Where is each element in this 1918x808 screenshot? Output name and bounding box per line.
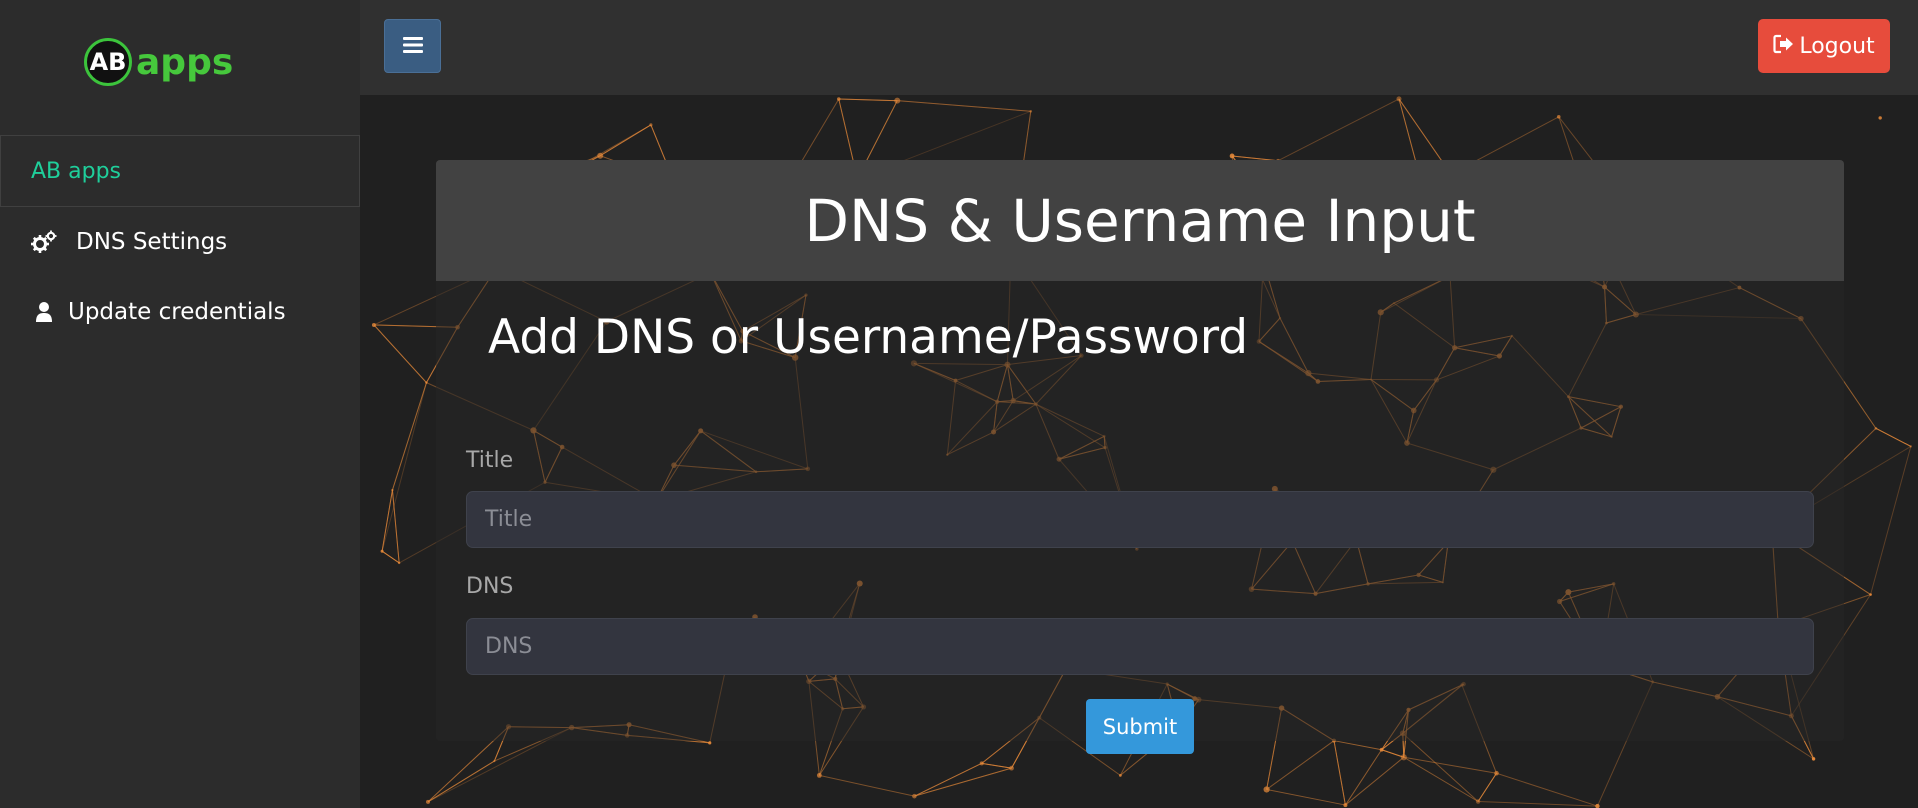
network-node <box>894 97 901 104</box>
network-link <box>391 382 427 491</box>
title-field-label: Title <box>466 448 514 473</box>
logout-button[interactable]: Logout <box>1758 19 1890 73</box>
network-node <box>1878 116 1882 120</box>
network-node <box>1396 96 1402 102</box>
network-node <box>493 759 496 763</box>
network-node <box>912 793 917 799</box>
network-link <box>1266 740 1335 790</box>
network-node <box>1595 803 1600 808</box>
network-link <box>1875 427 1912 447</box>
form-card: DNS & Username Input Add DNS or Username… <box>436 160 1844 754</box>
logo-text: apps <box>136 41 234 83</box>
top-navbar: Logout <box>360 0 1918 95</box>
network-link <box>897 100 1031 112</box>
network-link <box>1478 801 1598 807</box>
card-header: DNS & Username Input <box>436 160 1844 281</box>
network-node <box>1874 427 1878 430</box>
network-node <box>371 322 376 327</box>
network-node <box>649 123 653 127</box>
logout-label: Logout <box>1799 33 1875 59</box>
network-node <box>1229 153 1235 159</box>
network-node <box>979 761 984 766</box>
main-content: DNS & Username Input Add DNS or Username… <box>360 95 1918 808</box>
network-node <box>1009 765 1014 771</box>
network-node <box>597 152 604 159</box>
network-node <box>1556 114 1561 119</box>
section-title: Add DNS or Username/Password <box>488 310 1249 365</box>
network-link <box>427 760 495 803</box>
network-link <box>381 489 393 552</box>
network-node <box>425 381 428 384</box>
network-link <box>1333 740 1382 751</box>
logo-badge: AB <box>84 38 132 86</box>
network-node <box>1118 773 1122 777</box>
sidebar-item-label: Update credentials <box>68 299 286 325</box>
network-link <box>1277 98 1400 162</box>
network-node <box>1379 747 1384 752</box>
sidebar-brand-link[interactable]: AB apps <box>0 135 360 207</box>
network-link <box>1402 732 1479 802</box>
title-input[interactable] <box>466 491 1814 548</box>
network-link <box>1381 749 1404 758</box>
network-node <box>1811 757 1816 761</box>
network-node <box>1475 799 1481 804</box>
network-node <box>1869 593 1872 596</box>
network-link <box>373 324 427 383</box>
network-node <box>816 772 822 778</box>
submit-button[interactable]: Submit <box>1086 699 1194 754</box>
dns-field-label: DNS <box>466 574 514 599</box>
network-node <box>1400 754 1407 761</box>
user-icon <box>30 298 58 326</box>
network-node <box>1909 445 1913 448</box>
network-link <box>1345 756 1405 806</box>
network-link <box>1344 749 1383 806</box>
network-node <box>426 799 431 804</box>
sidebar: AB apps AB apps DNS Settings Update cred… <box>0 0 360 808</box>
network-link <box>1477 772 1497 802</box>
network-link <box>1870 446 1912 595</box>
sidebar-item-update-credentials[interactable]: Update credentials <box>0 282 360 342</box>
dns-input[interactable] <box>466 618 1814 675</box>
network-node <box>836 97 841 101</box>
sidebar-item-dns-settings[interactable]: DNS Settings <box>0 212 360 272</box>
network-node <box>1029 109 1033 113</box>
network-link <box>381 382 427 552</box>
page-title: DNS & Username Input <box>804 186 1476 255</box>
logo-badge-text: AB <box>89 48 127 76</box>
app-logo[interactable]: AB apps <box>84 38 233 86</box>
network-node <box>380 549 384 553</box>
network-link <box>1266 788 1346 806</box>
network-node <box>708 741 712 745</box>
network-link <box>1333 740 1346 806</box>
network-node <box>1343 803 1348 808</box>
network-node <box>1263 786 1270 793</box>
sidebar-item-label: DNS Settings <box>76 229 228 255</box>
gears-icon <box>30 228 58 256</box>
network-node <box>391 488 394 492</box>
network-link <box>1496 772 1598 807</box>
network-node <box>1494 770 1499 776</box>
menu-toggle-button[interactable] <box>384 19 441 73</box>
bars-icon <box>402 31 423 61</box>
network-link <box>819 774 915 797</box>
network-node <box>397 561 401 565</box>
sign-out-icon <box>1773 34 1795 59</box>
network-link <box>981 762 1012 769</box>
network-link <box>838 98 898 102</box>
network-link <box>381 550 400 564</box>
